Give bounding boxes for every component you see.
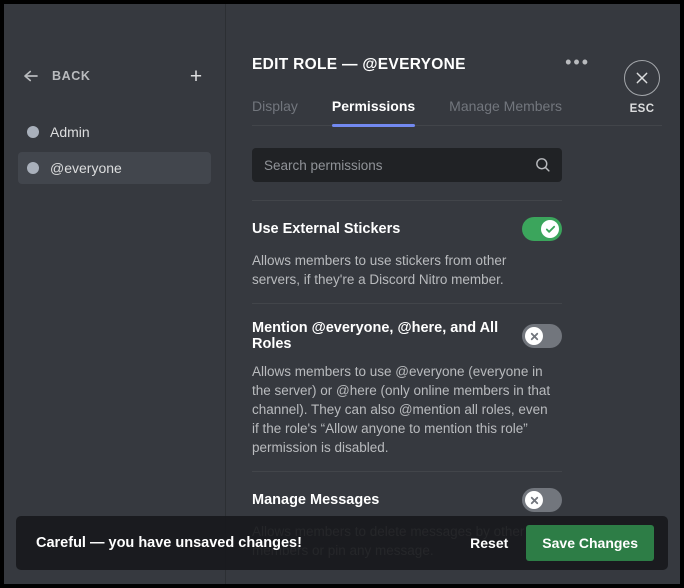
close-icon <box>530 496 538 504</box>
check-icon <box>545 225 555 233</box>
roles-sidebar: BACK + Admin @everyone <box>4 4 226 584</box>
tab-display[interactable]: Display <box>252 98 298 125</box>
tab-bar: Display Permissions Manage Members <box>252 98 662 127</box>
permission-description: Allows members to use @everyone (everyon… <box>252 364 551 455</box>
back-label: BACK <box>52 69 91 83</box>
role-label: @everyone <box>50 160 122 176</box>
edit-role-modal: BACK + Admin @everyone EDIT ROLE — @EVER… <box>4 4 680 584</box>
unsaved-changes-bar: Careful — you have unsaved changes! Rese… <box>16 516 668 570</box>
role-list: Admin @everyone <box>18 116 211 184</box>
role-item-admin[interactable]: Admin <box>18 116 211 148</box>
sidebar-header: BACK + <box>18 56 211 96</box>
reset-button[interactable]: Reset <box>456 529 522 557</box>
unsaved-changes-message: Careful — you have unsaved changes! <box>36 535 302 551</box>
permission-name: Manage Messages <box>252 492 380 508</box>
search-permissions-wrapper <box>252 148 562 182</box>
save-changes-button[interactable]: Save Changes <box>526 525 654 561</box>
back-button[interactable]: BACK <box>22 67 185 85</box>
esc-label: ESC <box>629 103 655 115</box>
permission-description: Allows members to use stickers from othe… <box>252 253 507 287</box>
role-label: Admin <box>50 124 90 140</box>
close-icon <box>624 60 660 96</box>
toggle-knob <box>541 220 559 238</box>
role-item-everyone[interactable]: @everyone <box>18 152 211 184</box>
role-color-dot <box>27 162 39 174</box>
tab-manage-members[interactable]: Manage Members <box>449 98 562 125</box>
close-icon <box>530 332 538 340</box>
plus-icon[interactable]: + <box>185 65 207 87</box>
role-editor-panel: EDIT ROLE — @EVERYONE ••• Display Permis… <box>226 4 680 584</box>
permission-row: Use External Stickers Allows members to … <box>252 201 562 303</box>
role-color-dot <box>27 126 39 138</box>
editor-header: EDIT ROLE — @EVERYONE ••• <box>252 53 662 74</box>
permission-name: Use External Stickers <box>252 221 401 237</box>
close-modal-button[interactable]: ESC <box>620 60 664 115</box>
page-title: EDIT ROLE — @EVERYONE <box>252 56 466 73</box>
permission-row: Mention @everyone, @here, and All Roles … <box>252 303 562 471</box>
permission-toggle[interactable] <box>522 488 562 512</box>
arrow-left-icon <box>22 67 40 85</box>
toggle-knob <box>525 491 543 509</box>
permission-toggle[interactable] <box>522 324 562 348</box>
ellipsis-icon[interactable]: ••• <box>561 53 594 71</box>
tab-permissions[interactable]: Permissions <box>331 98 416 127</box>
permission-toggle[interactable] <box>522 217 562 241</box>
toggle-knob <box>525 327 543 345</box>
permission-name: Mention @everyone, @here, and All Roles <box>252 320 499 352</box>
search-input[interactable] <box>252 148 562 182</box>
